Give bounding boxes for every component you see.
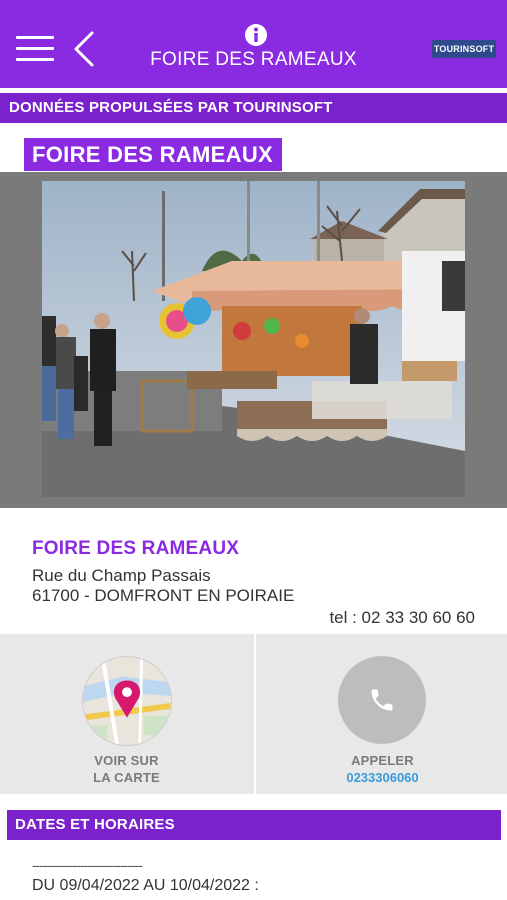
powered-by-banner: DONNÉES PROPULSÉES PAR TOURINSOFT xyxy=(0,93,507,123)
event-photo xyxy=(42,181,465,497)
map-thumbnail-icon xyxy=(82,656,172,746)
page-title: FOIRE DES RAMEAUX xyxy=(150,49,357,70)
phone-icon xyxy=(371,689,393,711)
menu-icon[interactable] xyxy=(16,34,54,64)
view-map-label-2: LA CARTE xyxy=(93,770,160,785)
event-phone[interactable]: tel : 02 33 30 60 60 xyxy=(329,608,475,628)
call-label: APPELER xyxy=(351,753,414,768)
back-icon[interactable] xyxy=(70,30,98,68)
photo-frame xyxy=(0,172,507,508)
address-city: 61700 - DOMFRONT EN POIRAIE xyxy=(32,586,295,605)
phone-circle xyxy=(338,656,426,744)
dates-range: DU 09/04/2022 AU 10/04/2022 : xyxy=(32,877,259,894)
call-button[interactable]: APPELER 0233306060 xyxy=(254,634,507,794)
address-street: Rue du Champ Passais xyxy=(32,566,211,585)
dates-separator: ------------------------------ xyxy=(32,857,143,873)
view-map-label-1: VOIR SUR xyxy=(94,753,159,768)
event-name: FOIRE DES RAMEAUX xyxy=(32,538,240,559)
event-name-tag: FOIRE DES RAMEAUX xyxy=(24,138,283,171)
app-header: FOIRE DES RAMEAUX TOURINSOFT xyxy=(0,0,507,88)
info-icon[interactable] xyxy=(244,23,268,47)
event-info: FOIRE DES RAMEAUX Rue du Champ Passais 6… xyxy=(0,508,507,634)
call-number[interactable]: 0233306060 xyxy=(256,770,507,785)
action-panel: VOIR SUR LA CARTE APPELER 0233306060 xyxy=(0,634,507,794)
tourinsoft-logo: TOURINSOFT xyxy=(432,40,496,58)
dates-section-header: DATES ET HORAIRES xyxy=(7,810,501,840)
view-map-button[interactable]: VOIR SUR LA CARTE xyxy=(0,634,253,794)
